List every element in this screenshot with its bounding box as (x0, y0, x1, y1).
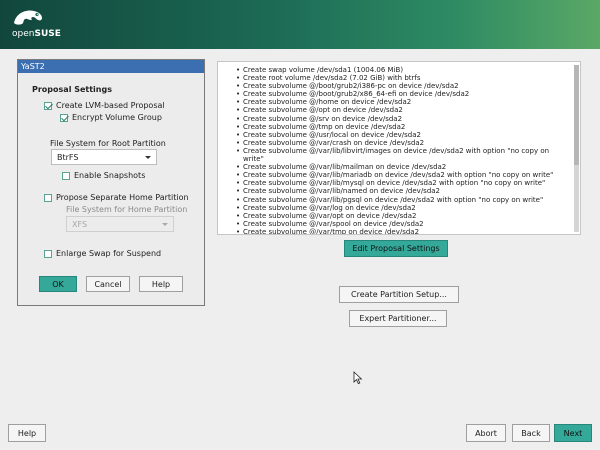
root-fs-label: File System for Root Partition (50, 139, 166, 148)
cancel-button[interactable]: Cancel (86, 276, 130, 292)
checkbox-checked-icon (60, 113, 68, 122)
brand-name: SUSE (34, 29, 61, 39)
encrypt-volume-checkbox[interactable]: Encrypt Volume Group (60, 113, 162, 122)
enlarge-swap-label: Enlarge Swap for Suspend (56, 249, 162, 258)
brand-prefix: open (12, 29, 35, 39)
scrollbar-thumb[interactable] (574, 65, 579, 165)
encrypt-volume-label: Encrypt Volume Group (72, 113, 162, 122)
dialog-title: YaST2 (21, 62, 45, 71)
ok-button[interactable]: OK (39, 276, 77, 292)
proposal-item: Create subvolume @/tmp on device /dev/sd… (236, 123, 568, 131)
proposal-item: Create subvolume @/var/lib/libvirt/image… (236, 147, 568, 163)
separate-home-checkbox[interactable]: Propose Separate Home Partition (44, 193, 189, 202)
section-title: Proposal Settings (32, 85, 112, 94)
proposal-item: Create subvolume @/var/log on device /de… (236, 204, 568, 212)
separate-home-label: Propose Separate Home Partition (56, 193, 189, 202)
create-lvm-label: Create LVM-based Proposal (56, 101, 165, 110)
proposal-item: Create subvolume @/boot/grub2/i386-pc on… (236, 82, 568, 90)
dialog-help-button[interactable]: Help (139, 276, 183, 292)
back-button[interactable]: Back (512, 424, 550, 442)
home-fs-value: XFS (72, 219, 88, 229)
root-fs-combo[interactable]: BtrFS (51, 149, 157, 165)
proposal-summary[interactable]: Create swap volume /dev/sda1 (1004.06 Mi… (217, 61, 581, 235)
proposal-item: Create subvolume @/usr/local on device /… (236, 131, 568, 139)
mouse-cursor-icon (353, 371, 363, 385)
checkbox-unchecked-icon (44, 193, 52, 202)
root-fs-value: BtrFS (57, 152, 79, 162)
proposal-item: Create subvolume @/var/opt on device /de… (236, 212, 568, 220)
enable-snapshots-checkbox[interactable]: Enable Snapshots (62, 171, 145, 180)
proposal-item: Create subvolume @/var/lib/mysql on devi… (236, 179, 568, 187)
checkbox-checked-icon (44, 101, 52, 110)
proposal-item: Create subvolume @/var/lib/mariadb on de… (236, 171, 568, 179)
next-button[interactable]: Next (554, 424, 592, 442)
checkbox-unchecked-icon (44, 249, 52, 258)
proposal-item: Create subvolume @/home on device /dev/s… (236, 98, 568, 106)
proposal-item: Create subvolume @/opt on device /dev/sd… (236, 106, 568, 114)
header-banner: openSUSE (0, 0, 600, 49)
proposal-item: Create swap volume /dev/sda1 (1004.06 Mi… (236, 66, 568, 74)
proposal-item: Create subvolume @/var/tmp on device /de… (236, 228, 568, 234)
proposal-scrollbar[interactable] (574, 65, 579, 232)
edit-proposal-button[interactable]: Edit Proposal Settings (344, 240, 448, 257)
brand-text: openSUSE (12, 29, 61, 39)
abort-button[interactable]: Abort (466, 424, 506, 442)
enlarge-swap-checkbox[interactable]: Enlarge Swap for Suspend (44, 249, 161, 258)
help-button[interactable]: Help (8, 424, 46, 442)
home-fs-label: File System for Home Partition (66, 205, 188, 214)
create-lvm-checkbox[interactable]: Create LVM-based Proposal (44, 101, 165, 110)
proposal-item: Create subvolume @/var/lib/mailman on de… (236, 163, 568, 171)
proposal-item: Create root volume /dev/sda2 (7.02 GiB) … (236, 74, 568, 82)
expert-partitioner-button[interactable]: Expert Partitioner... (349, 310, 447, 327)
proposal-list: Create swap volume /dev/sda1 (1004.06 Mi… (236, 66, 568, 234)
enable-snapshots-label: Enable Snapshots (74, 171, 146, 180)
proposal-item: Create subvolume @/srv on device /dev/sd… (236, 115, 568, 123)
proposal-item: Create subvolume @/boot/grub2/x86_64-efi… (236, 90, 568, 98)
checkbox-unchecked-icon (62, 171, 70, 180)
proposal-item: Create subvolume @/var/lib/named on devi… (236, 187, 568, 195)
dialog-titlebar[interactable]: YaST2 (18, 60, 204, 73)
home-fs-combo[interactable]: XFS (66, 216, 174, 232)
create-partition-setup-button[interactable]: Create Partition Setup... (339, 286, 459, 303)
proposal-settings-dialog: YaST2 Proposal Settings Create LVM-based… (17, 59, 205, 306)
proposal-item: Create subvolume @/var/lib/pgsql on devi… (236, 196, 568, 204)
proposal-item: Create subvolume @/var/crash on device /… (236, 139, 568, 147)
dialog-body: Proposal Settings Create LVM-based Propo… (18, 73, 204, 305)
chevron-down-icon (162, 222, 168, 226)
chevron-down-icon (145, 155, 151, 159)
chameleon-logo-icon (14, 10, 42, 25)
proposal-item: Create subvolume @/var/spool on device /… (236, 220, 568, 228)
